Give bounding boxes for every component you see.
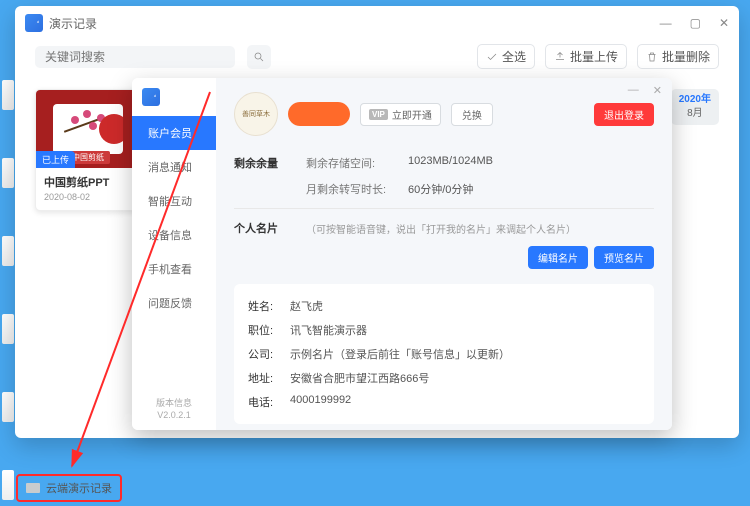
settings-logo-icon [132, 78, 216, 116]
bulk-delete-button[interactable]: 批量删除 [637, 44, 719, 69]
logout-button[interactable]: 退出登录 [594, 103, 654, 126]
card-thumbnail: 中国剪纸 已上传 [36, 90, 140, 168]
desktop-icon[interactable] [2, 392, 14, 422]
biz-name-key: 姓名: [248, 298, 286, 314]
settings-minimize-icon[interactable]: — [628, 84, 639, 97]
divider [234, 208, 654, 209]
biz-card-hint: （可按智能语音键，说出「打开我的名片」来调起个人名片） [306, 221, 576, 236]
sidebar-item-device[interactable]: 设备信息 [132, 218, 216, 252]
select-all-label: 全选 [502, 48, 526, 65]
vip-badge-icon: VIP [369, 109, 388, 120]
time-value: 60分钟/0分钟 [408, 181, 473, 197]
time-key: 月剩余转写时长: [306, 181, 392, 197]
biz-name-val: 赵飞虎 [290, 298, 323, 314]
presentation-card[interactable]: 中国剪纸 已上传 中国剪纸PPT 2020-08-02 [35, 89, 141, 211]
settings-body: — ✕ 善同草木 VIP 立即开通 兑换 退出登录 剩余余量 剩余存储空间: 1… [216, 78, 672, 430]
card-title: 中国剪纸PPT [36, 168, 140, 192]
cloud-records-tab[interactable]: 云端演示记录 [18, 476, 120, 500]
desktop-icon[interactable] [2, 470, 14, 500]
settings-close-icon[interactable]: ✕ [653, 84, 662, 97]
exchange-button[interactable]: 兑换 [451, 103, 493, 126]
uploaded-badge: 已上传 [36, 151, 75, 168]
titlebar: 演示记录 — ▢ ✕ [15, 6, 739, 40]
edit-card-button[interactable]: 编辑名片 [528, 246, 588, 269]
date-month: 8月 [679, 107, 711, 121]
sidebar-item-account[interactable]: 账户会员 [132, 116, 216, 150]
folder-icon [26, 483, 40, 493]
card-date: 2020-08-02 [36, 192, 140, 210]
settings-sidebar: 账户会员 消息通知 智能互动 设备信息 手机查看 问题反馈 版本信息 V2.0.… [132, 78, 216, 430]
username-redacted [288, 102, 350, 126]
sidebar-item-messages[interactable]: 消息通知 [132, 150, 216, 184]
select-all-button[interactable]: 全选 [477, 44, 535, 69]
biz-company-key: 公司: [248, 346, 286, 362]
desktop-icon[interactable] [2, 314, 14, 344]
biz-phone-val: 4000199992 [290, 394, 351, 410]
bulk-delete-label: 批量删除 [662, 48, 710, 65]
storage-value: 1023MB/1024MB [408, 155, 493, 171]
close-icon[interactable]: ✕ [719, 16, 729, 30]
desktop-icon[interactable] [2, 158, 14, 188]
vip-activate-button[interactable]: VIP 立即开通 [360, 103, 441, 126]
biz-address-val: 安徽省合肥市望江西路666号 [290, 370, 429, 386]
biz-company-val: 示例名片（登录后前往「账号信息」以更新） [290, 346, 510, 362]
bulk-upload-label: 批量上传 [570, 48, 618, 65]
avatar[interactable]: 善同草木 [234, 92, 278, 136]
date-year: 2020年 [679, 93, 711, 107]
settings-window: 账户会员 消息通知 智能互动 设备信息 手机查看 问题反馈 版本信息 V2.0.… [132, 78, 672, 430]
desktop-icon[interactable] [2, 236, 14, 266]
minimize-icon[interactable]: — [660, 16, 672, 30]
desktop-icon[interactable] [2, 80, 14, 110]
biz-card-label: 个人名片 [234, 220, 290, 236]
search-button[interactable] [247, 45, 271, 69]
window-title: 演示记录 [49, 15, 97, 32]
business-card-panel: 姓名:赵飞虎 职位:讯飞智能演示器 公司:示例名片（登录后前往「账号信息」以更新… [234, 284, 654, 424]
app-logo-icon [25, 14, 43, 32]
toolbar: 全选 批量上传 批量删除 [15, 40, 739, 79]
remaining-label: 剩余余量 [234, 155, 290, 171]
biz-address-key: 地址: [248, 370, 286, 386]
biz-title-key: 职位: [248, 322, 286, 338]
biz-title-val: 讯飞智能演示器 [290, 322, 367, 338]
preview-card-button[interactable]: 预览名片 [594, 246, 654, 269]
storage-key: 剩余存储空间: [306, 155, 392, 171]
bulk-upload-button[interactable]: 批量上传 [545, 44, 627, 69]
profile-row: 善同草木 VIP 立即开通 兑换 退出登录 [216, 78, 672, 146]
sidebar-item-smart[interactable]: 智能互动 [132, 184, 216, 218]
search-box[interactable] [35, 46, 235, 68]
search-input[interactable] [45, 50, 225, 64]
maximize-icon[interactable]: ▢ [690, 16, 701, 30]
biz-phone-key: 电话: [248, 394, 286, 410]
sidebar-item-feedback[interactable]: 问题反馈 [132, 286, 216, 320]
date-group[interactable]: 2020年 8月 [671, 89, 719, 125]
cloud-records-label: 云端演示记录 [46, 480, 112, 496]
sidebar-item-mobile[interactable]: 手机查看 [132, 252, 216, 286]
version-info: 版本信息 V2.0.2.1 [132, 389, 216, 430]
